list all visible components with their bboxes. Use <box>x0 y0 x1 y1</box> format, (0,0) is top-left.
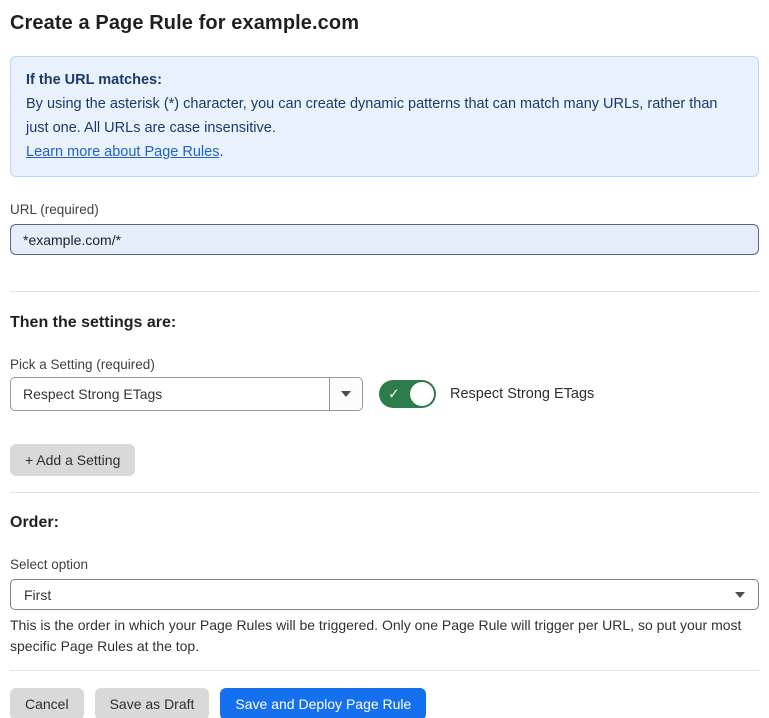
setting-row: Respect Strong ETags ✓ Respect Strong ET… <box>10 377 759 411</box>
check-icon: ✓ <box>388 387 400 401</box>
order-select[interactable]: First <box>10 579 759 610</box>
order-select-label: Select option <box>10 557 759 572</box>
chevron-down-icon <box>735 592 745 598</box>
order-section-heading: Order: <box>10 514 759 532</box>
chevron-down-icon <box>341 391 351 397</box>
order-help-text: This is the order in which your Page Rul… <box>10 615 755 657</box>
url-input[interactable] <box>10 224 759 255</box>
divider <box>10 291 759 292</box>
divider <box>10 670 759 671</box>
settings-section-heading: Then the settings are: <box>10 314 759 332</box>
pick-setting-label: Pick a Setting (required) <box>10 357 759 372</box>
save-draft-button[interactable]: Save as Draft <box>95 688 210 718</box>
footer-actions: Cancel Save as Draft Save and Deploy Pag… <box>10 688 759 718</box>
info-box-link-line: Learn more about Page Rules. <box>26 140 743 164</box>
setting-select-arrow-button[interactable] <box>329 378 362 410</box>
setting-toggle[interactable]: ✓ <box>379 380 436 408</box>
info-box-heading: If the URL matches: <box>26 68 743 92</box>
link-suffix: . <box>219 144 223 160</box>
url-match-info-box: If the URL matches: By using the asteris… <box>10 56 759 177</box>
toggle-label: Respect Strong ETags <box>450 386 594 402</box>
info-box-body: By using the asterisk (*) character, you… <box>26 92 743 140</box>
create-page-rule-form: Create a Page Rule for example.com If th… <box>0 0 769 718</box>
setting-select-value: Respect Strong ETags <box>11 378 329 410</box>
toggle-knob <box>410 382 434 406</box>
divider <box>10 492 759 493</box>
order-select-value: First <box>24 587 51 603</box>
url-field-label: URL (required) <box>10 202 759 217</box>
cancel-button[interactable]: Cancel <box>10 688 84 718</box>
learn-more-link[interactable]: Learn more about Page Rules <box>26 144 219 160</box>
setting-select[interactable]: Respect Strong ETags <box>10 377 363 411</box>
save-deploy-button[interactable]: Save and Deploy Page Rule <box>220 688 426 718</box>
page-title: Create a Page Rule for example.com <box>10 12 759 35</box>
add-setting-button[interactable]: + Add a Setting <box>10 444 135 476</box>
